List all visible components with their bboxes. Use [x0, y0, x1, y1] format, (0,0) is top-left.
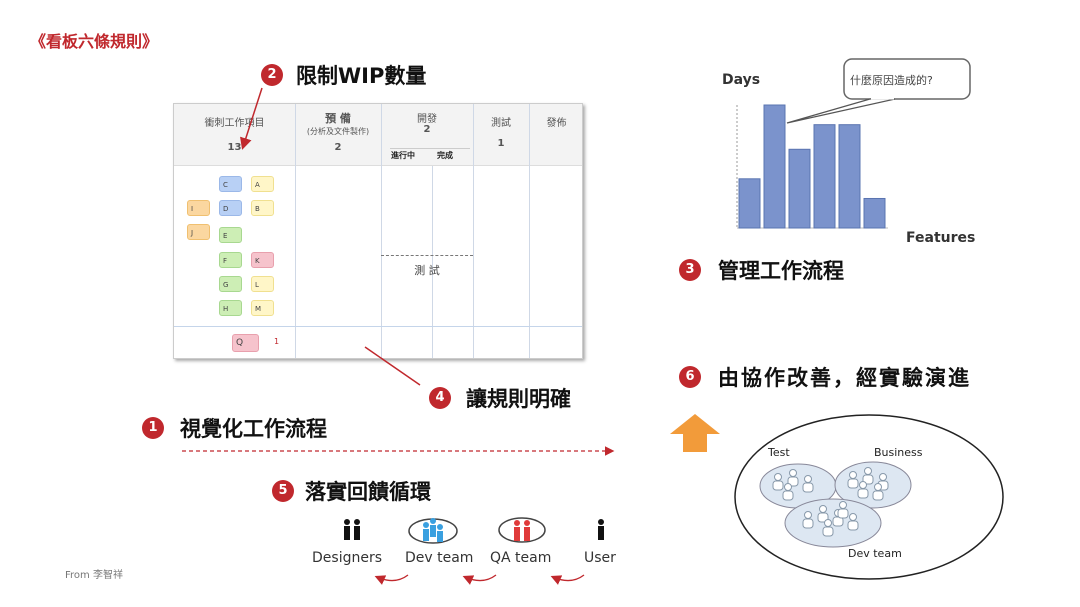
qa-team-ellipse — [498, 517, 546, 543]
group-business-label: Business — [874, 446, 923, 459]
person-icon — [819, 505, 827, 513]
person-icon — [872, 490, 884, 501]
person-icon — [879, 473, 887, 481]
rule-number-2: 2 — [261, 64, 283, 86]
person-icon — [802, 482, 814, 493]
feedback-arrow — [374, 574, 409, 585]
rule-number-3: 3 — [679, 259, 701, 281]
person-icon — [804, 475, 812, 483]
person-icon — [784, 483, 792, 491]
rule-6-label: 由協作改善，經實驗演進 — [718, 366, 971, 390]
bar — [738, 178, 761, 229]
rule-4-label: 讓規則明確 — [466, 387, 571, 411]
group-test-label: Test — [768, 446, 790, 459]
person-icon — [849, 471, 857, 479]
bar — [838, 124, 861, 229]
wip-arrow — [240, 87, 263, 150]
person-icon — [864, 467, 872, 475]
role-user: User — [584, 550, 616, 566]
rule-5-label: 落實回饋循環 — [305, 480, 431, 504]
person-icon — [859, 481, 867, 489]
rule-1-label: 視覺化工作流程 — [180, 417, 327, 441]
person-icon — [837, 508, 849, 519]
policy-pointer — [364, 346, 421, 386]
up-arrow-icon — [670, 414, 720, 452]
person-icon — [772, 480, 784, 491]
person-icon — [822, 526, 834, 537]
person-icon — [847, 478, 859, 489]
role-designers: Designers — [312, 550, 382, 566]
role-dev-team: Dev team — [405, 550, 474, 566]
rule-number-6: 6 — [679, 366, 701, 388]
dev-team-icon — [423, 518, 443, 542]
person-icon — [804, 511, 812, 519]
callout-text: 什麼原因造成的? — [850, 74, 933, 87]
qa-team-icon — [514, 520, 530, 541]
rule-number-4: 4 — [429, 387, 451, 409]
person-icon — [857, 488, 869, 499]
callout-tail — [786, 98, 896, 124]
credit: From 李智祥 — [65, 570, 123, 581]
person-icon — [839, 501, 847, 509]
bar — [788, 148, 811, 229]
bar — [863, 197, 886, 229]
person-icon — [789, 469, 797, 477]
team-icons — [344, 517, 604, 544]
rule-2-label: 限制WIP數量 — [296, 64, 427, 88]
person-icon — [782, 490, 794, 501]
person-icon — [774, 473, 782, 481]
user-icon — [598, 519, 604, 540]
feedback-arrow — [462, 574, 497, 585]
feedback-arrow — [550, 574, 585, 585]
person-icon — [802, 518, 814, 529]
rule-number-5: 5 — [272, 480, 294, 502]
rule-3-label: 管理工作流程 — [718, 259, 844, 283]
person-icon — [874, 483, 882, 491]
bar — [763, 104, 786, 229]
person-icon — [847, 520, 859, 531]
group-dev-label: Dev team — [848, 547, 902, 560]
bar — [813, 124, 836, 229]
role-qa-team: QA team — [490, 550, 552, 566]
rule-number-1: 1 — [142, 417, 164, 439]
designers-icon — [344, 519, 360, 540]
person-icon — [849, 513, 857, 521]
person-icon — [824, 519, 832, 527]
